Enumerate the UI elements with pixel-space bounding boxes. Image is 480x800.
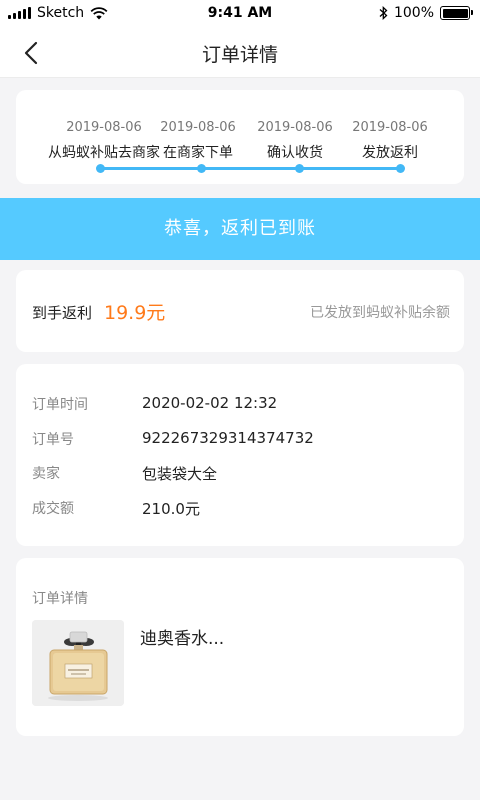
info-value: 2020-02-02 12:32 [142,394,278,412]
progress-card: 2019-08-06 从蚂蚁补贴去商家 2019-08-06 在商家下单 201… [16,90,464,184]
rebate-label: 到手返利 [32,304,93,322]
detail-title: 订单详情 [32,591,88,607]
step-dot [197,164,206,173]
info-value: 210.0元 [142,500,200,518]
bluetooth-icon [379,6,388,20]
info-value: 922267329314374732 [142,429,314,447]
nav-bar: 订单详情 [0,28,480,78]
rebate-card: 到手返利 19.9元 已发放到蚂蚁补贴余额 [16,270,464,352]
step-dot [96,164,105,173]
rebate-note: 已发放到蚂蚁补贴余额 [310,305,450,321]
info-row-amount: 成交额 210.0元 [32,498,448,522]
step-dot [396,164,405,173]
info-row-seller: 卖家 包装袋大全 [32,463,448,487]
status-bar: Sketch 9:41 AM 100% [0,0,480,28]
page-title: 订单详情 [201,44,278,66]
perfume-bottle-icon [32,620,124,706]
rebate-amount: 19.9元 [104,302,166,324]
step-dot [295,164,304,173]
info-key: 卖家 [32,466,60,482]
step-date: 2019-08-06 [352,120,428,135]
order-info-card: 订单时间 2020-02-02 12:32 订单号 92226732931437… [16,364,464,546]
info-key: 成交额 [32,501,74,517]
battery-icon [440,6,473,20]
order-detail-card: 订单详情 迪奥香水... [16,558,464,736]
info-key: 订单号 [32,432,74,448]
step-label: 发放返利 [362,145,418,161]
info-value: 包装袋大全 [142,465,218,483]
product-name[interactable]: 迪奥香水... [140,624,224,649]
info-key: 订单时间 [32,397,88,413]
progress-line [100,167,400,170]
info-row-order-number: 订单号 922267329314374732 [32,429,448,453]
battery-percent: 100% [393,5,434,21]
status-right: 100% [379,5,473,21]
info-row-order-time: 订单时间 2020-02-02 12:32 [32,394,448,418]
product-image[interactable] [32,620,124,706]
success-banner: 恭喜，返利已到账 [0,198,480,260]
